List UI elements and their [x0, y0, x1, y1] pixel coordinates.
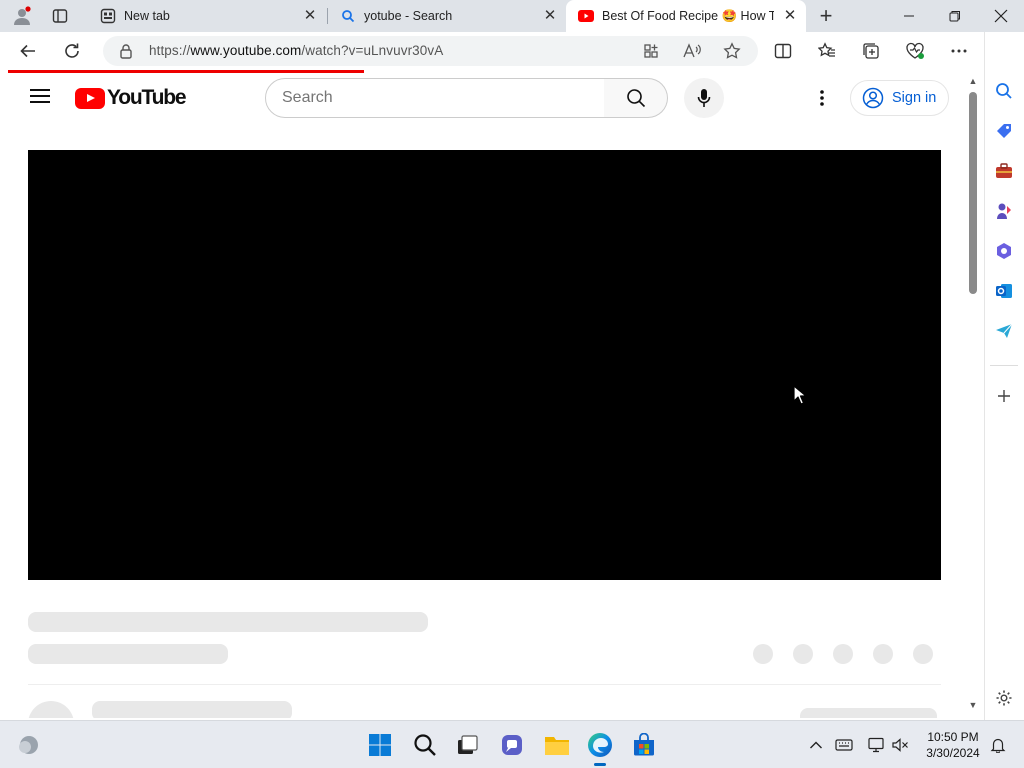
youtube-play-icon: [75, 87, 105, 109]
close-tab-icon[interactable]: ✕: [302, 8, 318, 24]
sidebar-add-icon[interactable]: [992, 384, 1016, 408]
restore-icon[interactable]: [932, 0, 978, 32]
action-placeholder: [793, 644, 813, 664]
clock-time: 10:50 PM: [927, 730, 979, 744]
title-placeholder: [28, 612, 428, 632]
meta-placeholder: [28, 644, 228, 664]
profile-icon[interactable]: [6, 0, 38, 32]
taskbar-search-icon[interactable]: [411, 731, 439, 759]
browser-tab-strip: New tab ✕ yotube - Search ✕ Best Of Food…: [0, 0, 1024, 32]
sidebar-divider: [990, 365, 1018, 366]
weather-widget-icon[interactable]: [14, 731, 42, 759]
browser-essentials-icon[interactable]: [899, 35, 931, 67]
active-app-indicator: [594, 763, 606, 766]
address-bar[interactable]: https://www.youtube.com/watch?v=uLnvuvr3…: [103, 36, 758, 66]
close-tab-icon[interactable]: ✕: [542, 8, 558, 24]
page-scrollbar[interactable]: ▲ ▼: [966, 72, 980, 714]
action-placeholder: [833, 644, 853, 664]
tab-search[interactable]: yotube - Search ✕: [328, 0, 566, 32]
video-player[interactable]: [28, 150, 941, 580]
tab-label: yotube - Search: [364, 9, 453, 23]
url-text[interactable]: https://www.youtube.com/watch?v=uLnvuvr3…: [149, 43, 443, 58]
action-placeholder: [873, 644, 893, 664]
page-viewport: YouTube Sign in: [0, 70, 966, 718]
edge-browser-icon[interactable]: [586, 731, 614, 759]
close-tab-icon[interactable]: ✕: [782, 8, 798, 24]
notifications-icon[interactable]: [988, 735, 1008, 755]
subscribe-placeholder: [800, 708, 937, 718]
url-domain: www.youtube.com: [190, 43, 302, 58]
refresh-icon[interactable]: [56, 35, 88, 67]
teams-chat-icon[interactable]: [498, 731, 526, 759]
minimize-icon[interactable]: [886, 0, 932, 32]
favorites-icon[interactable]: [811, 35, 843, 67]
url-scheme: https://: [149, 43, 191, 58]
tab-actions-icon[interactable]: [44, 0, 76, 32]
favorite-star-icon[interactable]: [723, 42, 741, 65]
scroll-thumb[interactable]: [969, 92, 977, 294]
url-path: /watch?v=uLnvuvr30vA: [301, 43, 444, 58]
mouse-cursor-icon: [793, 385, 807, 410]
sign-in-label: Sign in: [892, 90, 937, 106]
search-icon: [626, 89, 645, 108]
tab-new-tab[interactable]: New tab ✕: [88, 0, 326, 32]
file-explorer-icon[interactable]: [543, 731, 571, 759]
youtube-icon: [578, 8, 594, 24]
windows-start-icon[interactable]: [366, 731, 394, 759]
sidebar-drop-icon[interactable]: [992, 319, 1016, 343]
collections-icon[interactable]: [855, 35, 887, 67]
settings-and-more-icon[interactable]: [943, 35, 975, 67]
youtube-wordmark: YouTube: [107, 86, 187, 109]
youtube-logo[interactable]: YouTube: [75, 86, 187, 109]
tab-label: New tab: [124, 9, 170, 23]
channel-name-placeholder: [92, 701, 292, 718]
youtube-header: YouTube Sign in: [0, 70, 966, 126]
show-hidden-icons-chevron-up-icon[interactable]: [806, 735, 826, 755]
sidebar-tools-icon[interactable]: [992, 159, 1016, 183]
keyboard-icon[interactable]: [834, 735, 854, 755]
volume-muted-icon[interactable]: [890, 735, 910, 755]
account-icon: [862, 87, 884, 109]
search-icon: [340, 8, 356, 24]
sidebar-shopping-icon[interactable]: [992, 119, 1016, 143]
browser-toolbar: https://www.youtube.com/watch?v=uLnvuvr3…: [0, 32, 1024, 70]
sidebar-search-icon[interactable]: [992, 79, 1016, 103]
search-box: [265, 78, 605, 118]
system-clock[interactable]: 10:50 PM 3/30/2024: [920, 729, 986, 761]
search-input[interactable]: [282, 79, 582, 117]
back-icon[interactable]: [12, 35, 44, 67]
lock-icon[interactable]: [119, 43, 133, 64]
action-placeholder: [913, 644, 933, 664]
tab-label: Best Of Food Recipe 🤩 How To: [602, 8, 774, 23]
sidebar-games-icon[interactable]: [992, 199, 1016, 223]
sidebar-microsoft365-icon[interactable]: [992, 239, 1016, 263]
network-icon[interactable]: [866, 735, 886, 755]
sidebar-settings-gear-icon[interactable]: [992, 686, 1016, 710]
action-placeholder: [753, 644, 773, 664]
new-tab-button[interactable]: +: [810, 0, 842, 32]
microphone-icon: [697, 89, 711, 107]
clock-date: 3/30/2024: [926, 746, 980, 760]
split-screen-icon[interactable]: [767, 35, 799, 67]
microsoft-store-icon[interactable]: [630, 731, 658, 759]
sidebar-outlook-icon[interactable]: [992, 279, 1016, 303]
screen: New tab ✕ yotube - Search ✕ Best Of Food…: [0, 0, 1024, 768]
tab-youtube-video[interactable]: Best Of Food Recipe 🤩 How To ✕: [566, 0, 806, 32]
read-aloud-icon[interactable]: [683, 43, 701, 62]
divider: [28, 684, 941, 685]
edge-sidebar: [984, 32, 1024, 720]
hamburger-menu-icon[interactable]: [28, 85, 52, 109]
channel-avatar-placeholder: [28, 701, 74, 718]
task-view-icon[interactable]: [453, 731, 481, 759]
voice-search-button[interactable]: [684, 78, 724, 118]
scroll-down-arrow-icon[interactable]: ▼: [968, 700, 978, 710]
scroll-up-arrow-icon[interactable]: ▲: [968, 76, 978, 86]
close-window-icon[interactable]: [978, 0, 1024, 32]
sign-in-button[interactable]: Sign in: [850, 80, 949, 116]
more-options-icon[interactable]: [808, 84, 836, 112]
search-button[interactable]: [604, 78, 668, 118]
windows-taskbar: 10:50 PM 3/30/2024: [0, 720, 1024, 768]
app-available-icon[interactable]: [643, 43, 659, 64]
new-tab-page-icon: [100, 8, 116, 24]
